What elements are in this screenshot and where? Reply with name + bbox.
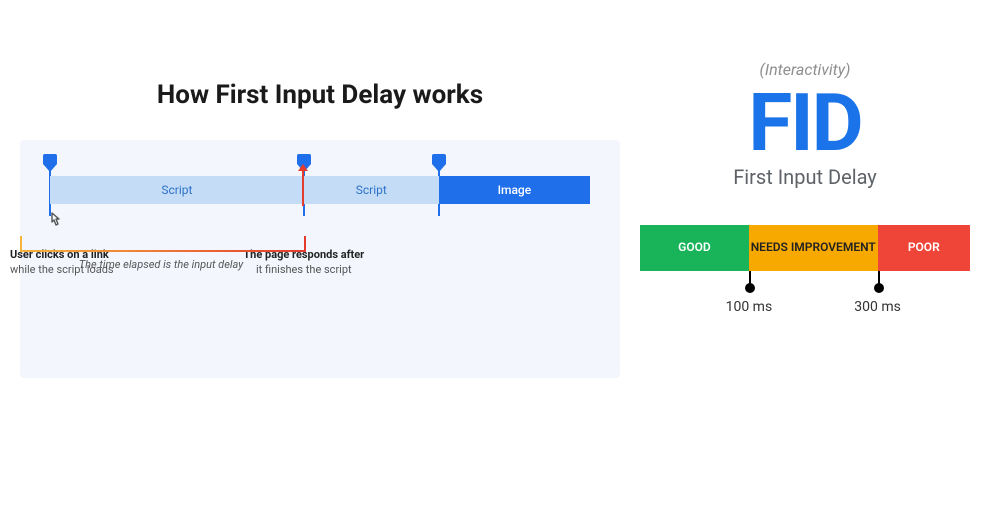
timeline-bar: Script Script Image	[50, 176, 590, 204]
scale-good: GOOD	[640, 225, 749, 271]
fid-score-panel: (Interactivity) FID First Input Delay GO…	[640, 60, 970, 321]
fid-how-it-works-panel: How First Input Delay works Script Scrip…	[20, 80, 620, 378]
tick-label-100: 100 ms	[726, 299, 773, 315]
fid-abbrev: FID	[640, 87, 970, 159]
threshold-scale: GOOD NEEDS IMPROVEMENT POOR	[640, 225, 970, 271]
fid-fullname: First Input Delay	[640, 165, 970, 189]
elapsed-bracket-icon	[20, 236, 306, 252]
tick-100ms-icon	[749, 271, 751, 285]
segment-script-1: Script	[50, 176, 304, 204]
left-title: How First Input Delay works	[20, 80, 620, 110]
timeline-box: Script Script Image User clicks on a lin…	[20, 140, 620, 378]
scale-needs-improvement: NEEDS IMPROVEMENT	[749, 225, 878, 271]
segment-script-2: Script	[304, 176, 439, 204]
segment-image: Image	[439, 176, 590, 204]
threshold-ticks: 100 ms 300 ms	[640, 271, 970, 321]
response-arrow-icon	[302, 170, 304, 206]
tick-label-300: 300 ms	[854, 299, 901, 315]
scale-poor: POOR	[878, 225, 970, 271]
tick-300ms-icon	[878, 271, 880, 285]
cursor-click-icon	[44, 210, 66, 239]
elapsed-caption: The time elapsed is the input delay	[20, 258, 302, 271]
